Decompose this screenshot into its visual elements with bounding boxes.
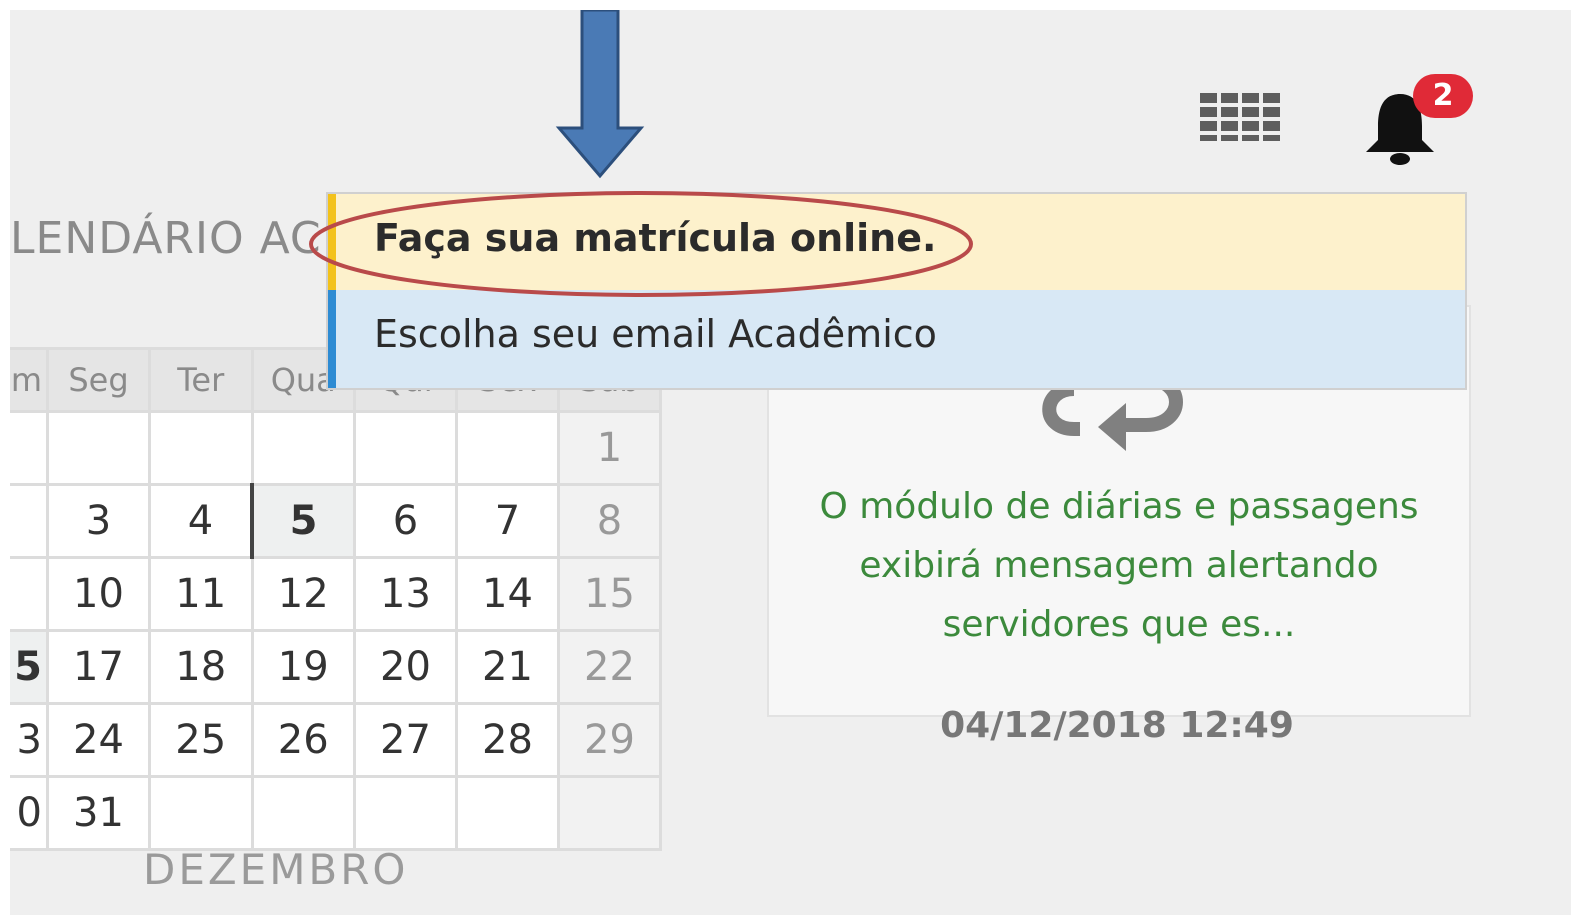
calendar-grid: m Seg Ter Qua Qui Sex Sáb 13456781011121…: [10, 347, 662, 851]
calendar-day[interactable]: 20: [353, 629, 458, 705]
calendar-empty-cell: [353, 775, 458, 851]
calendar-empty-cell: [250, 775, 356, 851]
calendar-day[interactable]: 0: [10, 775, 49, 851]
calendar-day[interactable]: 25: [148, 702, 254, 778]
notification-item-email[interactable]: Escolha seu email Acadêmico: [328, 290, 1465, 388]
calendar-week-row: 10 11 12 13 14 15: [10, 556, 662, 632]
calendar-empty-cell: [148, 775, 254, 851]
calendar-day[interactable]: 12: [250, 556, 356, 632]
calendar-day[interactable]: 22: [557, 629, 662, 705]
calendar-empty-cell: [250, 410, 356, 486]
notifications-dropdown: Faça sua matrícula online. Escolha seu e…: [326, 192, 1467, 390]
calendar-empty-cell: [455, 410, 560, 486]
calendar-day[interactable]: 10: [46, 556, 151, 632]
calendar-day[interactable]: 27: [353, 702, 458, 778]
calendar-empty-cell: [10, 556, 49, 632]
calendar-day[interactable]: 26: [250, 702, 356, 778]
news-date: 04/12/2018 12:49: [940, 705, 1294, 746]
page-canvas: 2 LENDÁRIO AC m Seg Ter Qua Qui Sex Sáb …: [10, 10, 1571, 915]
calendar-day[interactable]: 19: [250, 629, 356, 705]
grid-icon[interactable]: [1200, 93, 1280, 143]
calendar-week-row: 345678: [10, 483, 662, 559]
calendar-empty-cell: [10, 410, 49, 486]
notification-item-label: Faça sua matrícula online.: [374, 216, 937, 260]
calendar-day[interactable]: 6: [353, 483, 458, 559]
calendar-week-row: 3 24 25 26 27 28 29: [10, 702, 662, 778]
calendar-day[interactable]: 18: [148, 629, 254, 705]
calendar-day[interactable]: 1: [557, 410, 662, 486]
calendar-day[interactable]: 3: [10, 702, 49, 778]
weekday-header: Ter: [148, 347, 254, 413]
calendar-week-row: 0 31: [10, 775, 662, 851]
notifications-button[interactable]: 2: [1360, 74, 1473, 170]
calendar-day[interactable]: 28: [455, 702, 560, 778]
calendar-day[interactable]: 14: [455, 556, 560, 632]
calendar-day[interactable]: 15: [557, 556, 662, 632]
calendar-day[interactable]: 8: [557, 483, 662, 559]
calendar-week-row: 1: [10, 410, 662, 486]
notification-item-enrollment[interactable]: Faça sua matrícula online.: [328, 194, 1465, 290]
calendar-day[interactable]: 4: [148, 483, 254, 559]
calendar-day[interactable]: 17: [46, 629, 151, 705]
calendar-empty-cell: [10, 483, 49, 559]
weekday-header: Seg: [46, 347, 151, 413]
down-arrow-icon: [555, 10, 645, 179]
calendar-day[interactable]: 24: [46, 702, 151, 778]
calendar-empty-cell: [148, 410, 254, 486]
notification-count-badge: 2: [1413, 74, 1473, 118]
calendar-day[interactable]: 7: [455, 483, 560, 559]
calendar-heading: LENDÁRIO AC: [10, 213, 322, 264]
news-text: O módulo de diárias e passagens exibirá …: [819, 486, 1419, 645]
weekday-header: m: [10, 347, 49, 413]
calendar-empty-cell: [353, 410, 458, 486]
calendar-day[interactable]: 31: [46, 775, 151, 851]
calendar-day[interactable]: 29: [557, 702, 662, 778]
calendar-day[interactable]: 21: [455, 629, 560, 705]
calendar-day[interactable]: 5: [10, 629, 49, 705]
calendar-day[interactable]: 11: [148, 556, 254, 632]
calendar-week-row: 5 17 18 19 20 21 22: [10, 629, 662, 705]
calendar-day[interactable]: 5: [250, 483, 356, 559]
calendar-month-label: DEZEMBRO: [143, 845, 409, 894]
notification-item-label: Escolha seu email Acadêmico: [374, 312, 937, 356]
calendar-empty-cell: [46, 410, 151, 486]
calendar-day[interactable]: 3: [46, 483, 151, 559]
calendar-empty-cell: [557, 775, 662, 851]
calendar-empty-cell: [455, 775, 560, 851]
calendar-day[interactable]: 13: [353, 556, 458, 632]
